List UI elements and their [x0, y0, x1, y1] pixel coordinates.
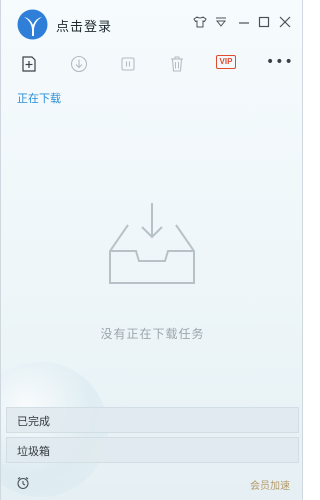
maximize-icon[interactable]: [257, 15, 271, 29]
dropdown-icon[interactable]: [214, 15, 228, 29]
new-task-button[interactable]: [18, 53, 40, 75]
skin-icon[interactable]: [193, 15, 207, 29]
empty-state-message: 没有正在下载任务: [100, 327, 205, 341]
tab-downloading[interactable]: 正在下载: [17, 90, 61, 106]
sidebar-item-label: 已完成: [17, 415, 50, 428]
toolbar: [1, 50, 302, 78]
sidebar-item-trash[interactable]: 垃圾箱: [6, 437, 299, 463]
app-window: 点击登录 VIP ••• 正在下载 没有正在下载任务 已完成 垃圾箱 会员加速: [0, 0, 303, 500]
empty-inbox-icon: [108, 201, 196, 290]
close-icon[interactable]: [278, 15, 292, 29]
sidebar-item-label: 垃圾箱: [17, 445, 50, 458]
more-icon[interactable]: •••: [266, 55, 294, 69]
member-speedup-link[interactable]: 会员加速: [250, 477, 290, 492]
delete-button[interactable]: [166, 53, 188, 75]
pause-icon: [119, 55, 137, 73]
vip-icon[interactable]: VIP: [216, 55, 236, 69]
pause-button[interactable]: [117, 53, 139, 75]
new-task-icon: [20, 55, 38, 73]
minimize-icon[interactable]: [237, 15, 251, 29]
title-bar: 点击登录: [1, 0, 302, 48]
start-download-button[interactable]: [68, 53, 90, 75]
login-link[interactable]: 点击登录: [56, 16, 112, 35]
download-icon: [70, 55, 88, 73]
sidebar-item-completed[interactable]: 已完成: [6, 407, 299, 433]
app-logo[interactable]: [17, 9, 48, 40]
alarm-clock-icon[interactable]: [16, 475, 30, 494]
trash-icon: [168, 55, 186, 73]
